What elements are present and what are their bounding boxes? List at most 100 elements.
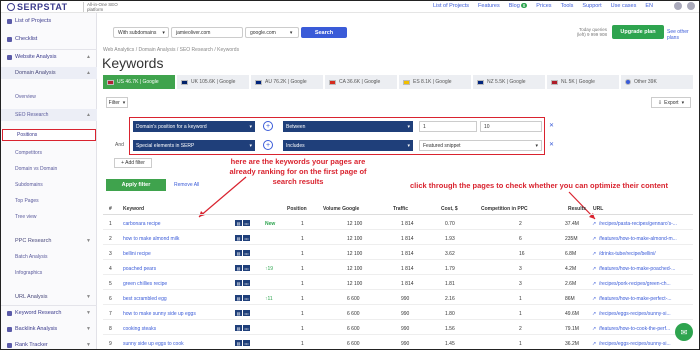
tab-other[interactable]: Other 39K	[621, 75, 693, 89]
col-results[interactable]: Results	[568, 206, 586, 212]
filter2-field-select[interactable]: Special elements in SERP ▾	[133, 140, 255, 151]
sidebar-item-checklist[interactable]: Checklist	[1, 33, 97, 45]
domain-search-input[interactable]: jamieoliver.com	[171, 27, 243, 38]
more-icon[interactable]: •••	[243, 250, 250, 256]
sidebar-item-domain-vs-domain[interactable]: Domain vs Domain	[1, 163, 97, 175]
filter1-field-select[interactable]: Domain's position for a keyword ▾	[133, 121, 255, 132]
sidebar-item-positions[interactable]: Positions	[2, 129, 96, 141]
external-link-icon[interactable]: ↗	[592, 221, 596, 227]
nav-language[interactable]: EN	[645, 3, 653, 9]
serp-icon[interactable]: ▤	[235, 325, 242, 331]
sidebar-item-list-of-projects[interactable]: List of Projects	[1, 15, 97, 27]
export-button[interactable]: ⇩ Export ▾	[651, 97, 691, 108]
more-icon[interactable]: •••	[243, 220, 250, 226]
nav-blog[interactable]: Blog 8	[509, 3, 528, 9]
add-filter-button[interactable]: + Add filter	[114, 158, 152, 168]
filter2-operator-select[interactable]: Includes ▾	[283, 140, 413, 151]
keyword-link[interactable]: poached pears	[123, 266, 156, 272]
sidebar-item-seo-research[interactable]: SEO Research ▲	[1, 109, 97, 121]
url-link[interactable]: /recipes/pork-recipes/green-ch...	[599, 281, 689, 287]
external-link-icon[interactable]: ↗	[592, 251, 596, 257]
more-icon[interactable]: •••	[243, 340, 250, 346]
url-link[interactable]: /features/how-to-make-perfect-...	[599, 296, 689, 302]
more-icon[interactable]: •••	[243, 310, 250, 316]
nav-list-of-projects[interactable]: List of Projects	[433, 3, 469, 9]
serp-icon[interactable]: ▤	[235, 220, 242, 226]
col-traffic[interactable]: Traffic	[393, 206, 408, 212]
plus-icon[interactable]: +	[263, 140, 273, 150]
more-icon[interactable]: •••	[243, 280, 250, 286]
col-cost[interactable]: Cost, $	[441, 206, 458, 212]
keyword-link[interactable]: how to make almond milk	[123, 236, 179, 242]
keyword-link[interactable]: carbonara recipe	[123, 221, 161, 227]
nav-support[interactable]: Support	[582, 3, 601, 9]
sidebar-item-keyword-research[interactable]: Keyword Research ▼	[1, 307, 97, 319]
subdomain-mode-select[interactable]: With subdomains ▾	[113, 27, 169, 38]
url-link[interactable]: /features/how-to-make-poached-...	[599, 266, 689, 272]
serp-icon[interactable]: ▤	[235, 250, 242, 256]
sidebar-item-website-analysis[interactable]: Website Analysis ▲	[1, 51, 97, 63]
external-link-icon[interactable]: ↗	[592, 236, 596, 242]
more-icon[interactable]: •••	[243, 265, 250, 271]
keyword-link[interactable]: green chillies recipe	[123, 281, 167, 287]
external-link-icon[interactable]: ↗	[592, 296, 596, 302]
sidebar-item-top-pages[interactable]: Top Pages	[1, 195, 97, 207]
nav-use-cases[interactable]: Use cases	[611, 3, 637, 9]
sidebar-item-rank-tracker[interactable]: Rank Tracker ▼	[1, 339, 97, 349]
sidebar-item-backlink-analysis[interactable]: Backlink Analysis ▼	[1, 323, 97, 335]
chat-icon[interactable]: ✉	[675, 323, 693, 341]
url-link[interactable]: /recipes/pasta-recipes/gennaro's-...	[599, 221, 689, 227]
more-icon[interactable]: •••	[243, 325, 250, 331]
col-keyword[interactable]: Keyword	[123, 206, 144, 212]
serp-icon[interactable]: ▤	[235, 310, 242, 316]
external-link-icon[interactable]: ↗	[592, 266, 596, 272]
external-link-icon[interactable]: ↗	[592, 341, 596, 347]
keyword-link[interactable]: bellini recipe	[123, 251, 151, 257]
sidebar-item-domain-analysis[interactable]: Domain Analysis ▲	[1, 67, 97, 79]
sidebar-item-batch-analysis[interactable]: Batch Analysis	[1, 251, 97, 263]
search-button[interactable]: Search	[301, 27, 347, 38]
tab-nl[interactable]: NL 5K | Google	[547, 75, 619, 89]
serp-icon[interactable]: ▤	[235, 340, 242, 346]
nav-tools[interactable]: Tools	[561, 3, 574, 9]
tab-es[interactable]: ES 8.1K | Google	[399, 75, 471, 89]
serp-icon[interactable]: ▤	[235, 265, 242, 271]
sidebar-item-ppc-research[interactable]: PPC Research ▼	[1, 235, 97, 247]
sidebar-item-overview[interactable]: Overview	[1, 91, 97, 103]
avatar[interactable]	[687, 2, 695, 10]
sidebar-item-infographics[interactable]: Infographics	[1, 267, 97, 279]
filter2-value-select[interactable]: Featured snippet ▾	[419, 140, 542, 151]
more-icon[interactable]: •••	[243, 295, 250, 301]
sidebar-item-url-analysis[interactable]: URL Analysis ▼	[1, 291, 97, 303]
url-link[interactable]: /features/how-to-make-almond-m...	[599, 236, 689, 242]
filter1-operator-select[interactable]: Between ▾	[283, 121, 413, 132]
nav-prices[interactable]: Prices	[536, 3, 551, 9]
external-link-icon[interactable]: ↗	[592, 326, 596, 332]
sidebar-item-subdomains[interactable]: Subdomains	[1, 179, 97, 191]
url-link[interactable]: /drinks-tube/recipe/bellini/	[599, 251, 689, 257]
notifications-icon[interactable]	[674, 2, 682, 10]
col-position[interactable]: Position	[287, 206, 307, 212]
keyword-link[interactable]: best scrambled egg	[123, 296, 167, 302]
filter-button[interactable]: Filter ▾	[106, 97, 128, 108]
more-icon[interactable]: •••	[243, 235, 250, 241]
external-link-icon[interactable]: ↗	[592, 311, 596, 317]
apply-filter-button[interactable]: Apply filter	[106, 179, 166, 191]
keyword-link[interactable]: cooking steaks	[123, 326, 156, 332]
col-competition[interactable]: Competition in PPC	[481, 206, 528, 212]
tab-uk[interactable]: UK 105.6K | Google	[177, 75, 249, 89]
serp-icon[interactable]: ▤	[235, 295, 242, 301]
plus-icon[interactable]: +	[263, 121, 273, 131]
serp-icon[interactable]: ▤	[235, 280, 242, 286]
other-plans-link[interactable]: See other plans	[667, 29, 699, 41]
col-volume[interactable]: Volume Google	[323, 206, 359, 212]
database-select[interactable]: google.com ▾	[245, 27, 299, 38]
upgrade-plan-button[interactable]: Upgrade plan	[612, 25, 664, 39]
filter1-to-input[interactable]: 10	[480, 121, 542, 132]
close-icon[interactable]: ✕	[549, 122, 554, 129]
col-url[interactable]: URL	[593, 206, 603, 212]
external-link-icon[interactable]: ↗	[592, 281, 596, 287]
filter1-from-input[interactable]: 1	[419, 121, 477, 132]
keyword-link[interactable]: how to make sunny side up eggs	[123, 311, 196, 317]
logo[interactable]: SERPSTAT	[7, 2, 68, 12]
